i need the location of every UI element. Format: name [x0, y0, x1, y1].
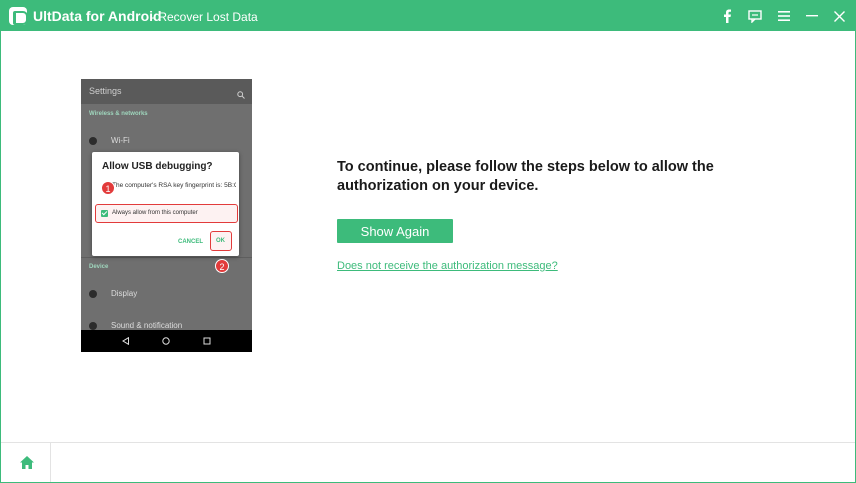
- home-circle-icon: [162, 332, 171, 350]
- menu-icon[interactable]: [774, 6, 794, 26]
- dialog-body: The computer's RSA key fingerprint is: 5…: [112, 182, 236, 189]
- phone-illustration: Settings Wireless & networks Wi-Fi Devic…: [81, 79, 252, 352]
- dialog-title: Allow USB debugging?: [102, 161, 213, 172]
- recents-icon: [203, 332, 211, 350]
- phone-divider: [81, 257, 252, 258]
- phone-row-wifi: Wi-Fi: [89, 136, 130, 145]
- phone-row-sound: Sound & notification: [89, 321, 182, 330]
- close-icon[interactable]: [829, 6, 849, 26]
- instruction-line-1: To continue, please follow the steps bel…: [337, 159, 714, 175]
- instruction-text: To continue, please follow the steps bel…: [337, 158, 737, 196]
- app-name: UltData for Android: [33, 8, 162, 24]
- footer-divider: [1, 442, 855, 443]
- always-allow-label: Always allow from this computer: [112, 210, 198, 216]
- display-icon: [89, 289, 97, 298]
- dialog-cancel-label: CANCEL: [178, 239, 203, 245]
- phone-row-display-label: Display: [111, 289, 138, 298]
- checkbox-checked-icon: [101, 210, 108, 217]
- footer-separator: [50, 443, 51, 482]
- usb-debugging-dialog: Allow USB debugging? The computer's RSA …: [92, 152, 239, 256]
- always-allow-highlight: Always allow from this computer: [95, 204, 238, 223]
- dialog-ok-label: OK: [216, 238, 225, 244]
- app-subtitle: - Recover Lost Data: [151, 10, 258, 24]
- phone-row-wifi-label: Wi-Fi: [111, 136, 130, 145]
- step-2-badge: 2: [215, 259, 229, 273]
- feedback-icon[interactable]: [745, 6, 765, 26]
- show-again-button[interactable]: Show Again: [337, 219, 453, 243]
- search-icon: [237, 86, 245, 104]
- authorization-help-link[interactable]: Does not receive the authorization messa…: [337, 260, 558, 272]
- phone-section-device: Device: [89, 264, 109, 270]
- step-1-badge: 1: [101, 181, 115, 195]
- phone-row-display: Display: [89, 289, 137, 298]
- ok-highlight: OK: [210, 231, 232, 251]
- phone-settings-title: Settings: [89, 86, 122, 96]
- instruction-line-2: authorization on your device.: [337, 178, 539, 194]
- phone-nav-bar: [81, 330, 252, 352]
- home-icon[interactable]: [17, 453, 37, 473]
- back-icon: [122, 332, 130, 350]
- wifi-icon: [89, 136, 97, 145]
- title-bar: UltData for Android - Recover Lost Data: [1, 1, 855, 31]
- phone-section-wireless: Wireless & networks: [89, 111, 148, 117]
- bell-icon: [89, 321, 97, 330]
- app-window: UltData for Android - Recover Lost Data …: [0, 0, 856, 483]
- phone-header: Settings: [81, 79, 252, 104]
- facebook-icon[interactable]: [717, 6, 737, 26]
- app-logo-icon: [9, 7, 28, 25]
- minimize-icon[interactable]: [802, 6, 822, 26]
- phone-row-sound-label: Sound & notification: [111, 321, 183, 330]
